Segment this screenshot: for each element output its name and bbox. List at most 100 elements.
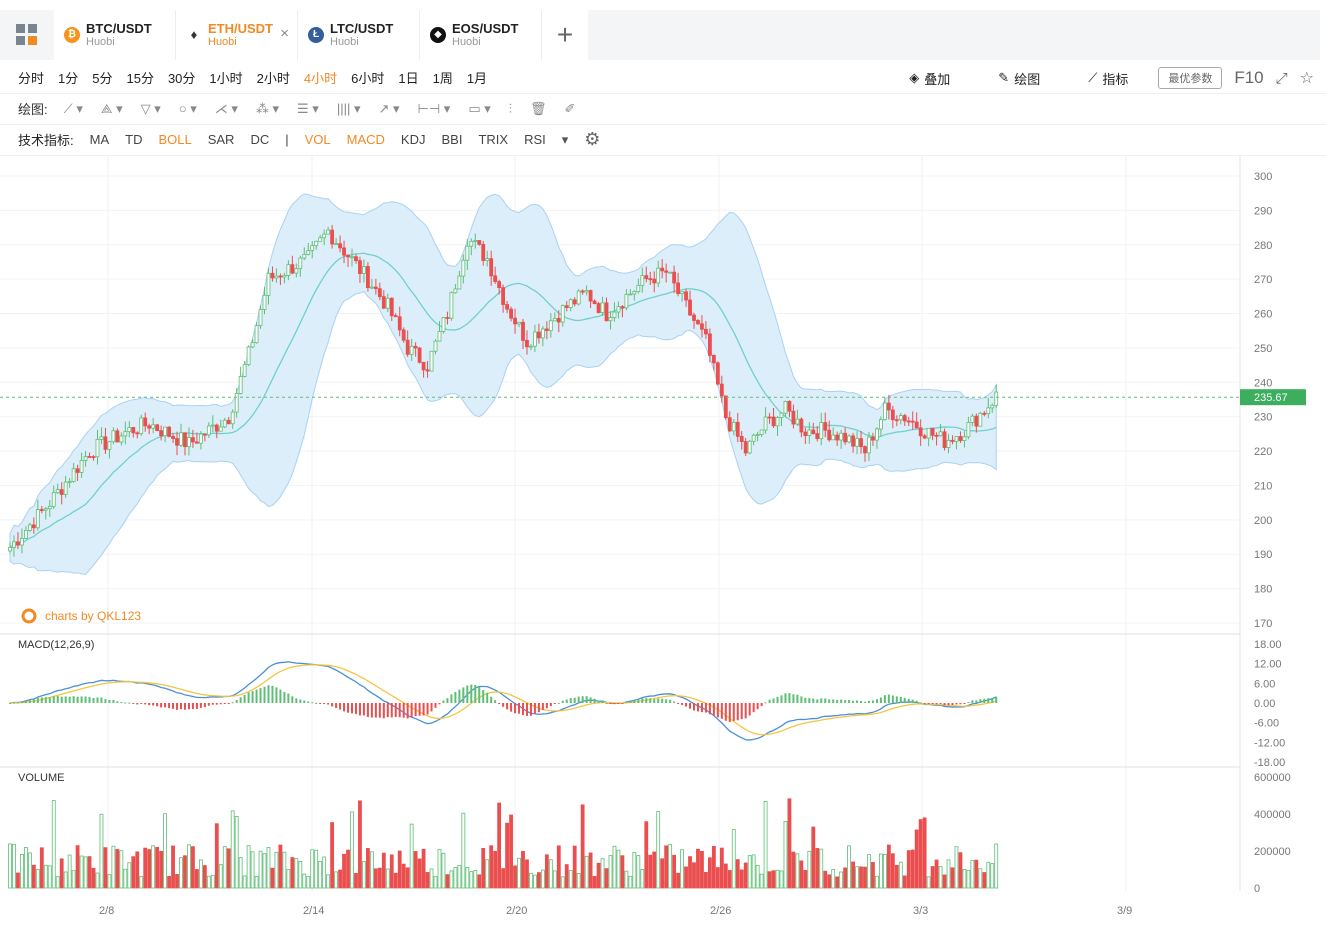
volume-bar [179,857,183,889]
volume-bar [338,869,342,889]
timeframe-1[interactable]: 1分 [58,71,78,86]
volume-bar [481,848,486,889]
trash-icon[interactable]: 🗑 [530,101,547,117]
timeframe-11[interactable]: 1月 [467,71,487,86]
candle-body [421,361,426,371]
tab-eos[interactable]: ◆ EOS/USDT Huobi [420,10,542,60]
timeframe-5[interactable]: 1小时 [209,71,242,86]
macd-histogram-bar [712,703,715,716]
candle-body [672,271,677,284]
candle-body [719,383,724,397]
candle-body [485,258,490,261]
indicator-0[interactable]: MA [90,132,110,147]
indicator-9[interactable]: BBI [441,132,462,147]
candle-body [127,427,132,433]
indicator-6[interactable]: VOL [305,132,331,147]
timeframe-0[interactable]: 分时 [18,71,44,86]
wave-tool-icon[interactable]: ⋌ ▾ [215,101,238,117]
volume-bar [274,851,279,889]
pattern-tool-icon[interactable]: ⁂ ▾ [256,101,279,117]
volume-bar [986,861,991,889]
ray-tool-icon[interactable]: ⟁ ▾ [101,101,123,117]
gear-icon[interactable]: ⚙ [584,129,600,150]
candle-body [222,419,227,428]
candle-body [63,481,68,495]
timeframe-10[interactable]: 1周 [433,71,453,86]
indicator-8[interactable]: KDJ [401,132,426,147]
macd-histogram-bar [152,703,155,706]
indicator-2[interactable]: BOLL [158,132,191,147]
candle-body [226,419,231,425]
candle-body [652,278,657,284]
timeframe-8[interactable]: 6小时 [351,71,384,86]
optimal-params-button[interactable]: 最优参数 [1158,67,1223,89]
candle-body [119,435,124,443]
arrow-tool-icon[interactable]: ↗ ▾ [378,101,399,117]
grid-menu-icon[interactable] [0,10,54,60]
candle-body [751,434,756,442]
macd-histogram-bar [183,703,186,710]
period-tool-icon[interactable]: |||| ▾ [337,101,361,117]
eraser-icon[interactable]: ✐ [565,101,576,117]
volume-bar [457,865,462,889]
triangle-tool-icon[interactable]: ▽ ▾ [141,101,161,117]
indicator-4[interactable]: DC [250,132,269,147]
tab-btc[interactable]: ₿ BTC/USDT Huobi [54,10,176,60]
macd-histogram-bar [434,703,437,708]
macd-histogram-bar [307,701,310,703]
add-tab-button[interactable]: + [542,10,588,60]
macd-histogram-bar [370,703,373,718]
star-icon[interactable]: ☆ [1300,68,1314,88]
volume-bar [210,874,215,889]
candle-body [183,432,187,448]
macd-histogram-bar [597,700,600,703]
volume-bar [540,869,545,889]
volume-bar [548,859,553,889]
volume-bar [39,847,44,889]
timeframe-2[interactable]: 5分 [92,71,112,86]
timeframe-4[interactable]: 30分 [168,71,195,86]
macd-tick-label: -12.00 [1254,737,1285,749]
overlay-button[interactable]: ◈ 叠加 [891,69,964,88]
volume-bar [250,851,255,889]
timeframe-3[interactable]: 15分 [126,71,153,86]
candle-body [270,272,275,279]
circle-tool-icon[interactable]: ○ ▾ [179,101,197,117]
candle-body [358,260,362,274]
macd-histogram-bar [645,698,648,703]
candle-tool-icon[interactable]: ⫶ [509,101,512,117]
candle-body [342,247,346,256]
close-icon[interactable]: × [280,25,289,42]
candle-body [274,275,279,279]
line-tool-icon[interactable]: ⟋ ▾ [64,101,83,117]
indicator-11[interactable]: RSI [524,132,546,147]
timeframe-6[interactable]: 2小时 [257,71,290,86]
chart-canvas[interactable]: 300 290 280 270 260 250 240 230 220 210 200 190 180 1… [0,156,1326,916]
indicator-10[interactable]: TRIX [478,132,508,147]
tab-eth[interactable]: ♦ ETH/USDT Huobi × [176,10,298,60]
macd-histogram-bar [215,703,218,705]
draw-button[interactable]: ✎ 绘图 [980,69,1054,88]
volume-bar [890,853,895,889]
indicator-3[interactable]: SAR [208,132,235,147]
timeframe-9[interactable]: 1日 [398,71,418,86]
tab-ltc[interactable]: Ł LTC/USDT Huobi [298,10,420,60]
indicator-button[interactable]: ⟋ 指标 [1070,69,1142,88]
chevron-down-icon[interactable]: ▾ [562,132,569,148]
macd-histogram-bar [911,699,914,703]
candle-body [405,339,410,355]
indicator-1[interactable]: TD [125,132,142,147]
candle-body [767,416,772,419]
macd-histogram-bar [617,703,620,704]
volume-bar [815,848,820,889]
tab-symbol: LTC/USDT [330,21,394,36]
measure-tool-icon[interactable]: ⊢⊣ ▾ [418,101,451,117]
fib-tool-icon[interactable]: ☰ ▾ [297,101,319,117]
macd-histogram-bar [816,699,819,703]
indicator-7[interactable]: MACD [347,132,385,147]
f10-button[interactable]: F10 [1234,68,1263,88]
candle-body [151,424,156,429]
fullscreen-icon[interactable]: ⤢ [1276,70,1288,87]
timeframe-7[interactable]: 4小时 [304,71,337,86]
comment-tool-icon[interactable]: ▭ ▾ [468,101,490,117]
